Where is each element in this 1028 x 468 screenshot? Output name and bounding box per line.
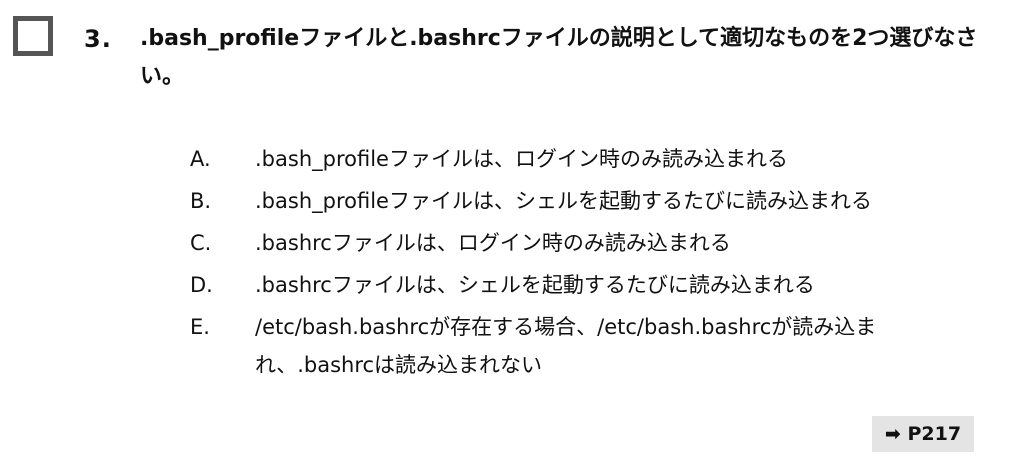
page-reference-link[interactable]: ➡ P217 xyxy=(872,416,974,452)
choice-text: .bash_profileファイルは、シェルを起動するたびに読み込まれる xyxy=(255,189,872,213)
arrow-right-icon: ➡ xyxy=(884,423,901,445)
question-number: 3. xyxy=(84,25,112,53)
choice-text: .bashrcファイルは、ログイン時のみ読み込まれる xyxy=(255,231,731,255)
choice-e: E. /etc/bash.bashrcが存在する場合、/etc/bash.bas… xyxy=(185,308,985,384)
choice-letter: E. xyxy=(190,315,210,339)
choice-text: .bashrcファイルは、シェルを起動するたびに読み込まれる xyxy=(255,273,815,297)
choice-text: .bash_profileファイルは、ログイン時のみ読み込まれる xyxy=(255,147,788,171)
choice-letter: D. xyxy=(190,273,213,297)
choice-list: A. .bash_profileファイルは、ログイン時のみ読み込まれる B. .… xyxy=(185,140,985,388)
choice-letter: A. xyxy=(190,147,211,171)
choice-d: D. .bashrcファイルは、シェルを起動するたびに読み込まれる xyxy=(185,266,985,304)
choice-b: B. .bash_profileファイルは、シェルを起動するたびに読み込まれる xyxy=(185,182,985,220)
answer-checkbox[interactable] xyxy=(13,16,53,56)
choice-a: A. .bash_profileファイルは、ログイン時のみ読み込まれる xyxy=(185,140,985,178)
choice-c: C. .bashrcファイルは、ログイン時のみ読み込まれる xyxy=(185,224,985,262)
question-text: .bash_profileファイルと.bashrcファイルの説明として適切なもの… xyxy=(140,26,978,89)
page-reference-label: P217 xyxy=(907,423,962,445)
choice-text: /etc/bash.bashrcが存在する場合、/etc/bash.bashrc… xyxy=(255,315,877,377)
choice-letter: B. xyxy=(190,189,212,213)
choice-letter: C. xyxy=(190,231,212,255)
